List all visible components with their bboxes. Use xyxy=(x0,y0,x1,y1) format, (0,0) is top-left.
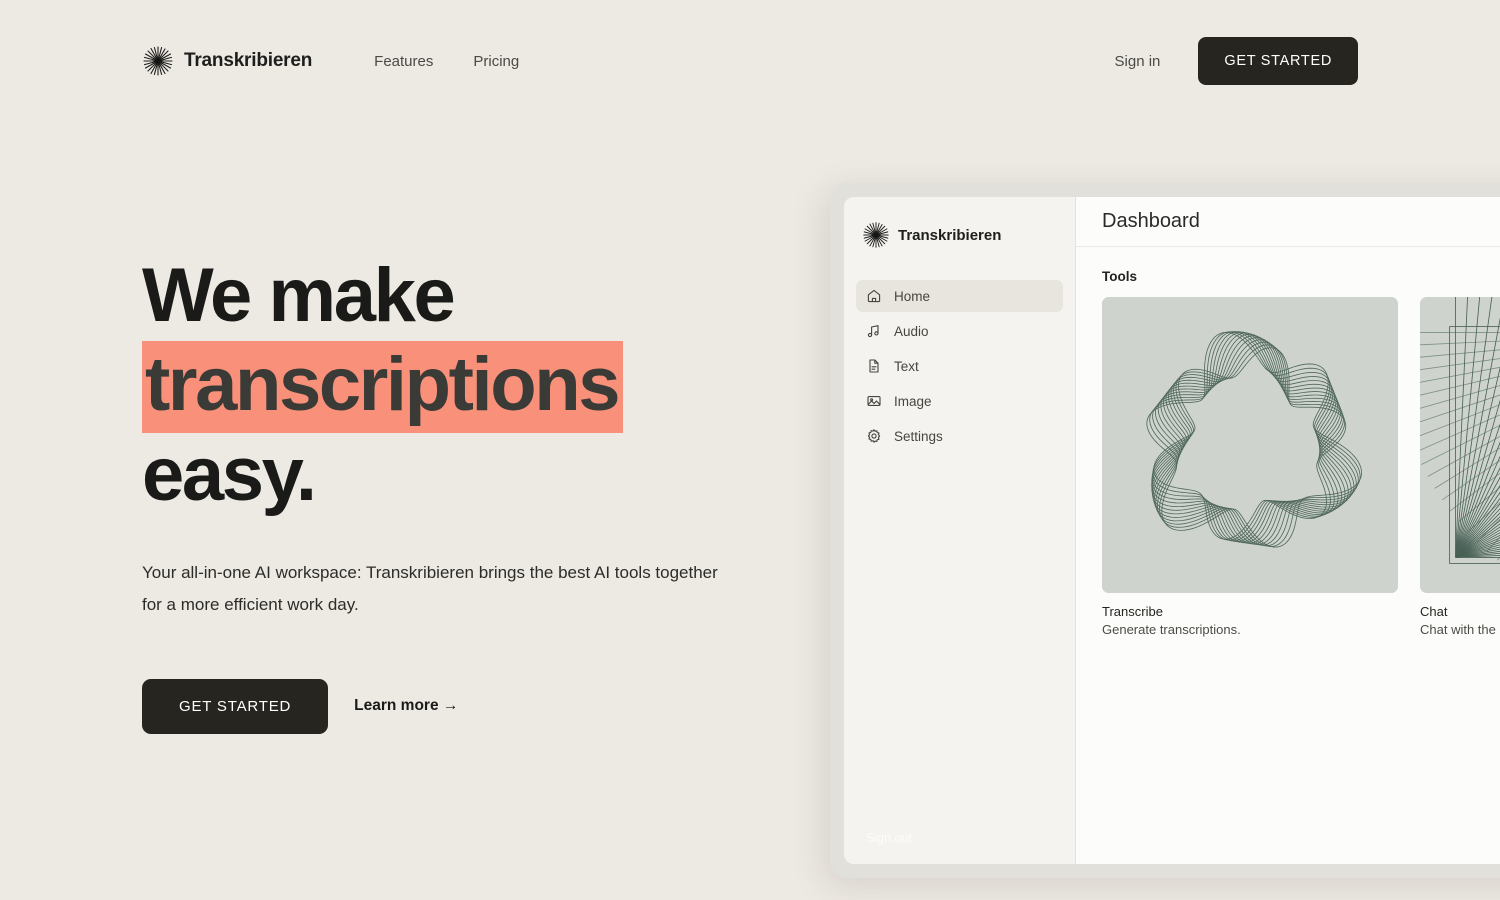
wavy-concentric-loops-art xyxy=(1102,297,1398,593)
radiating-fan-lines-art xyxy=(1420,297,1500,593)
tool-card-description: Generate transcriptions. xyxy=(1102,622,1241,637)
sign-out-link[interactable]: Sign out xyxy=(866,831,912,845)
hero-section: We make transcriptions easy. Your all-in… xyxy=(142,258,802,734)
sidebar-item-settings[interactable]: Settings xyxy=(856,420,1063,452)
nav-link-pricing[interactable]: Pricing xyxy=(473,53,519,70)
sidebar-item-audio[interactable]: Audio xyxy=(856,315,1063,347)
tool-card-description: Chat with the l xyxy=(1420,622,1500,637)
headline-highlight: transcriptions xyxy=(142,341,624,433)
get-started-nav-button[interactable]: GET STARTED xyxy=(1198,37,1358,85)
sign-in-link[interactable]: Sign in xyxy=(1115,53,1161,70)
sidebar-item-label: Image xyxy=(894,393,932,409)
document-icon xyxy=(869,359,879,373)
sidebar-item-label: Text xyxy=(894,358,919,374)
tool-card-title: Chat xyxy=(1420,604,1448,619)
tool-card-list: Transcribe Generate transcriptions. Chat… xyxy=(1102,297,1500,637)
hero-subtitle: Your all-in-one AI workspace: Transkribi… xyxy=(142,563,718,615)
tool-card-chat[interactable]: Chat Chat with the l xyxy=(1420,297,1500,637)
music-note-icon xyxy=(867,325,879,338)
app-brand-logo[interactable]: Transkribieren xyxy=(844,197,1075,249)
sidebar-item-label: Audio xyxy=(894,323,929,339)
landing-page: Transkribieren Features Pricing Sign in … xyxy=(0,0,1500,900)
home-icon xyxy=(867,289,881,303)
app-sidebar: Transkribieren Home Audio Text Image Set… xyxy=(844,197,1076,864)
image-icon xyxy=(867,396,881,406)
tool-card-title: Transcribe xyxy=(1102,604,1163,619)
app-brand-name: Transkribieren xyxy=(898,226,1002,244)
hero-cta-row: GET STARTED Learn more → xyxy=(142,678,802,734)
app-nav-list: Home Audio Text Image Settings xyxy=(844,280,1075,452)
app-window: Transkribieren Home Audio Text Image Set… xyxy=(844,197,1500,864)
starburst-icon xyxy=(143,46,173,76)
app-body: Tools Transcribe Generate transcriptions… xyxy=(1076,247,1500,637)
gear-icon xyxy=(867,429,881,443)
sidebar-item-label: Settings xyxy=(894,428,943,444)
learn-more-link[interactable]: Learn more → xyxy=(354,697,458,715)
nav-links: Features Pricing xyxy=(374,53,519,70)
app-mockup-frame: Transkribieren Home Audio Text Image Set… xyxy=(830,183,1500,878)
starburst-icon xyxy=(863,222,889,248)
brand-logo[interactable]: Transkribieren xyxy=(142,45,312,77)
app-main-panel: Dashboard Tools Transcribe Generate tran… xyxy=(1076,197,1500,864)
top-navbar: Transkribieren Features Pricing Sign in … xyxy=(0,0,1500,122)
app-header: Dashboard xyxy=(1076,197,1500,247)
page-title: Dashboard xyxy=(1102,210,1200,232)
nav-right-actions: Sign in GET STARTED xyxy=(1115,37,1358,85)
sidebar-item-image[interactable]: Image xyxy=(856,385,1063,417)
hero-headline: We make transcriptions easy. xyxy=(142,258,802,513)
sidebar-item-label: Home xyxy=(894,288,931,304)
brand-name: Transkribieren xyxy=(184,50,313,71)
tools-section-label: Tools xyxy=(1102,269,1137,284)
headline-line-1: We make xyxy=(142,253,456,338)
sidebar-item-home[interactable]: Home xyxy=(856,280,1063,312)
get-started-hero-button[interactable]: GET STARTED xyxy=(142,678,329,734)
sidebar-item-text[interactable]: Text xyxy=(856,350,1063,382)
headline-line-3: easy. xyxy=(142,432,317,517)
tool-card-transcribe[interactable]: Transcribe Generate transcriptions. xyxy=(1102,297,1398,637)
nav-link-features[interactable]: Features xyxy=(374,53,433,70)
